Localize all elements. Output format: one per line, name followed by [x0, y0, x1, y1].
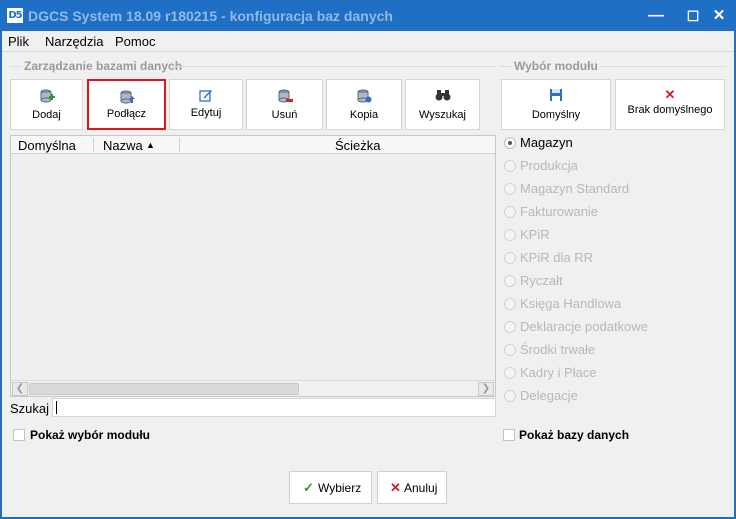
radio-icon[interactable]: [504, 252, 516, 264]
radio-icon[interactable]: [504, 367, 516, 379]
radio-icon[interactable]: [504, 298, 516, 310]
remove-database-button[interactable]: Usuń: [246, 79, 323, 130]
module-label: Delegacje: [520, 388, 578, 403]
group-divider: [10, 66, 22, 67]
show-module-label: Pokaż wybór modułu: [30, 428, 151, 442]
radio-icon[interactable]: [504, 344, 516, 356]
search-database-label: Wyszukaj: [419, 109, 466, 121]
group-divider: [174, 66, 496, 67]
connect-database-label: Podłącz: [106, 108, 147, 120]
show-databases-label: Pokaż bazy danych: [519, 428, 630, 442]
app-window: D5 DGCS System 18.09 r180215 - konfigura…: [0, 0, 736, 519]
edit-icon: [170, 88, 242, 104]
set-default-label: Domyślny: [531, 109, 581, 121]
module-label: Magazyn Standard: [520, 181, 630, 196]
select-label: Wybierz: [318, 481, 362, 495]
column-default[interactable]: Domyślna: [18, 138, 76, 153]
show-databases-checkbox[interactable]: [503, 429, 515, 441]
app-logo: D5: [7, 8, 23, 23]
radio-icon[interactable]: [504, 183, 516, 195]
show-module-checkbox[interactable]: [13, 429, 25, 441]
radio-icon[interactable]: [504, 321, 516, 333]
scrollbar-thumb[interactable]: [29, 383, 299, 395]
column-path[interactable]: Ścieżka: [335, 138, 381, 153]
menu-pomoc[interactable]: Pomoc: [115, 34, 155, 49]
close-icon[interactable]: ✕: [709, 6, 729, 26]
module-label: Kadry i Płace: [520, 365, 597, 380]
radio-icon[interactable]: [504, 206, 516, 218]
column-name[interactable]: Nazwa: [103, 138, 143, 153]
menu-plik[interactable]: Plik: [8, 34, 29, 49]
module-label: Fakturowanie: [520, 204, 599, 219]
radio-selected-icon[interactable]: [504, 137, 516, 149]
cancel-button[interactable]: ✕ Anuluj: [377, 471, 447, 504]
edit-database-button[interactable]: Edytuj: [169, 79, 243, 130]
cancel-icon: ✕: [390, 480, 401, 495]
module-label: Księga Handlowa: [520, 296, 622, 311]
save-icon: [502, 88, 610, 104]
menu-divider: [2, 51, 734, 52]
database-remove-icon: [247, 88, 322, 104]
group-divider: [500, 66, 512, 67]
minimize-icon[interactable]: —: [646, 6, 666, 26]
group-divider: [600, 66, 726, 67]
edit-database-label: Edytuj: [190, 107, 222, 119]
window-title: DGCS System 18.09 r180215 - konfiguracja…: [28, 8, 393, 24]
module-label: Produkcja: [520, 158, 578, 173]
remove-database-label: Usuń: [271, 109, 298, 121]
db-group-label: Zarządzanie bazami danych: [24, 59, 183, 73]
column-divider: [179, 138, 180, 152]
connect-database-button[interactable]: Podłącz: [87, 79, 166, 130]
no-default-button[interactable]: ✕ Brak domyślnego: [615, 79, 725, 130]
scroll-left-icon[interactable]: ❮: [12, 382, 28, 396]
title-bar[interactable]: D5 DGCS System 18.09 r180215 - konfigura…: [0, 0, 736, 31]
search-database-button[interactable]: Wyszukaj: [405, 79, 480, 130]
copy-database-button[interactable]: Kopia: [326, 79, 402, 130]
column-divider: [93, 138, 94, 152]
no-default-label: Brak domyślnego: [627, 104, 713, 116]
dialog-body: Plik Narzędzia Pomoc Zarządzanie bazami …: [2, 31, 734, 517]
checkmark-icon: ✓: [303, 480, 314, 495]
select-button[interactable]: ✓ Wybierz: [289, 471, 372, 504]
radio-icon[interactable]: [504, 229, 516, 241]
horizontal-scrollbar[interactable]: ❮ ❯: [11, 380, 495, 396]
database-connect-icon: [89, 89, 164, 105]
radio-icon[interactable]: [504, 275, 516, 287]
maximize-icon[interactable]: ☐: [683, 6, 703, 26]
menu-bar: Plik Narzędzia Pomoc: [2, 31, 734, 51]
add-database-button[interactable]: Dodaj: [10, 79, 83, 130]
copy-database-label: Kopia: [349, 109, 379, 121]
cancel-label: Anuluj: [404, 481, 438, 495]
module-label: KPiR dla RR: [520, 250, 593, 265]
database-copy-icon: [327, 88, 401, 104]
text-caret: [56, 401, 57, 414]
binoculars-icon: [406, 88, 479, 104]
close-red-icon: ✕: [664, 87, 676, 102]
radio-icon[interactable]: [504, 160, 516, 172]
search-label: Szukaj: [10, 401, 50, 416]
module-label: Magazyn: [520, 135, 573, 150]
module-label: Ryczałt: [520, 273, 563, 288]
module-label: KPiR: [520, 227, 550, 242]
database-table[interactable]: Domyślna Nazwa ▲ Ścieżka ❮ ❯: [10, 135, 496, 397]
database-add-icon: [11, 88, 82, 104]
table-header: Domyślna Nazwa ▲ Ścieżka: [11, 136, 495, 154]
sort-ascending-icon: ▲: [146, 140, 155, 150]
scroll-right-icon[interactable]: ❯: [478, 382, 494, 396]
module-label: Środki trwałe: [520, 342, 596, 357]
module-group-label: Wybór modułu: [514, 59, 598, 73]
set-default-button[interactable]: Domyślny: [501, 79, 611, 130]
search-input[interactable]: [52, 398, 496, 417]
menu-narzedzia[interactable]: Narzędzia: [45, 34, 104, 49]
radio-icon[interactable]: [504, 390, 516, 402]
module-label: Deklaracje podatkowe: [520, 319, 648, 334]
add-database-label: Dodaj: [32, 109, 61, 121]
